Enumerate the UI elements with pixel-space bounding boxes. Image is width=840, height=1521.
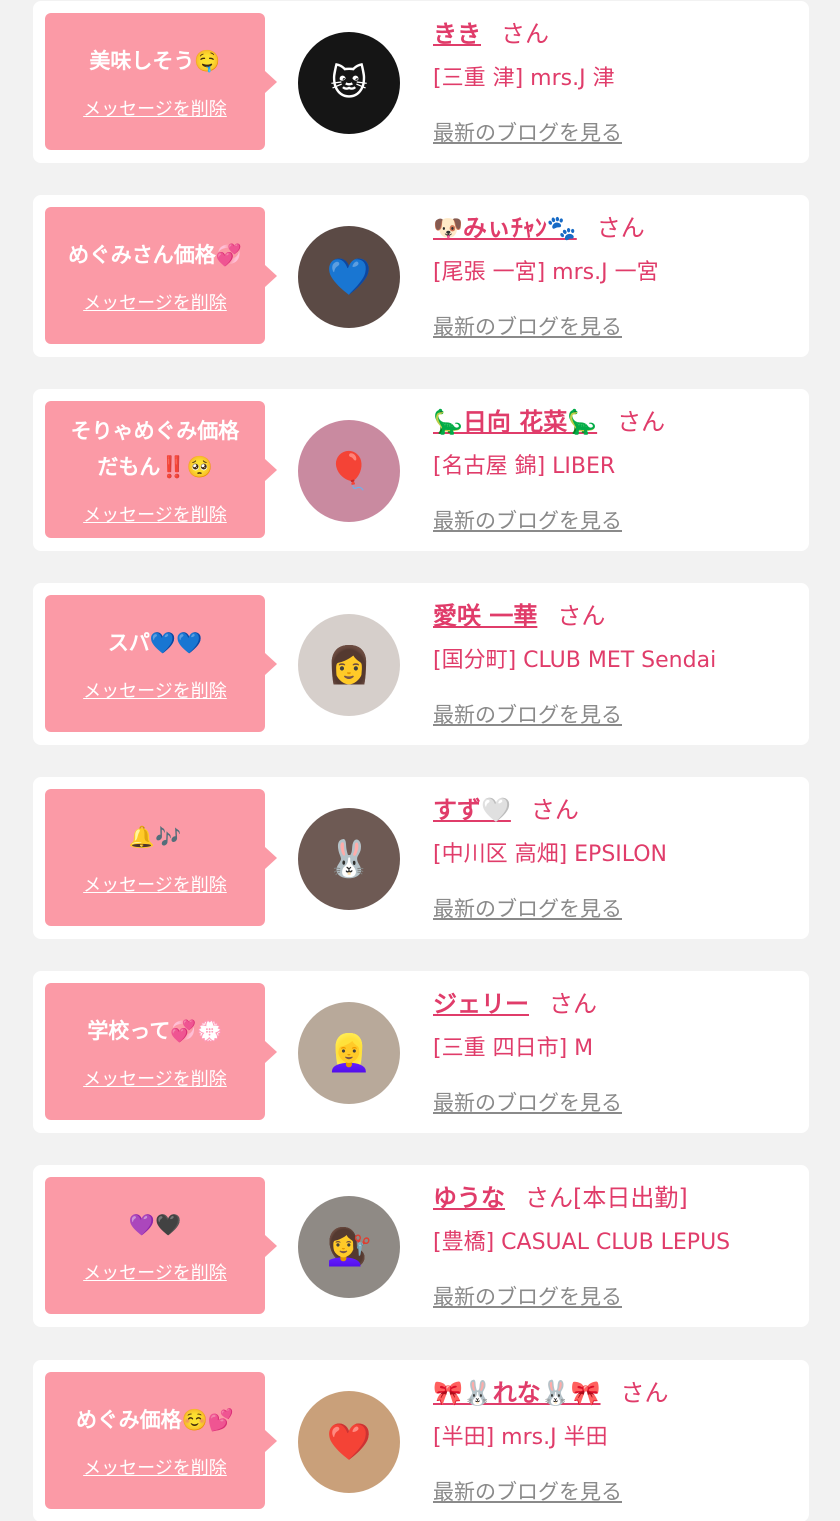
message-text: 🔔🎶: [128, 824, 182, 849]
ball-pit-avatar[interactable]: 🎈: [298, 420, 400, 522]
sender-name-link[interactable]: きき: [433, 20, 481, 48]
avatar-glyph: ❤️: [326, 1422, 372, 1463]
sender-name-link[interactable]: ジェリー: [433, 990, 529, 1018]
message-card: 学校って💞💮 メッセージを削除 👱‍♀️ ジェリー さん [三重 四日市] M 最…: [33, 971, 809, 1133]
message-text: スパ💙💙: [107, 630, 203, 655]
latest-blog-link[interactable]: 最新のブログを見る: [433, 312, 622, 342]
latest-blog-link[interactable]: 最新のブログを見る: [433, 700, 622, 730]
message-text: そりゃめぐみ価格 だもん‼️🥺: [70, 418, 240, 479]
message-bubble: 美味しそう🤤 メッセージを削除: [45, 13, 277, 150]
message-card: 美味しそう🤤 メッセージを削除 🐱 きき さん [三重 津] mrs.J 津 最新…: [33, 1, 809, 163]
honorific-suffix: さん[本日出勤]: [525, 1184, 688, 1212]
name-line: 🦕日向 花菜🦕 さん: [433, 403, 665, 441]
message-bubble: めぐみさん価格💞 メッセージを削除: [45, 207, 277, 344]
sender-name-link[interactable]: 🦕日向 花菜🦕: [433, 408, 597, 436]
blonde-hair-back-avatar[interactable]: 💇‍♀️: [298, 1196, 400, 1298]
delete-message-link[interactable]: メッセージを削除: [83, 1065, 227, 1091]
sender-name-link[interactable]: 🎀🐰れな🐰🎀: [433, 1379, 601, 1407]
avatar-glyph: 🐱: [330, 62, 368, 104]
name-line: 🎀🐰れな🐰🎀 さん: [433, 1374, 669, 1412]
latest-blog-link[interactable]: 最新のブログを見る: [433, 1282, 622, 1312]
honorific-suffix: さん: [501, 20, 549, 48]
avatar-glyph: 💙: [326, 257, 372, 298]
latest-blog-link[interactable]: 最新のブログを見る: [433, 894, 622, 924]
delete-message-link[interactable]: メッセージを削除: [83, 1259, 227, 1285]
honorific-suffix: さん: [620, 1379, 669, 1407]
shop-info: [半田] mrs.J 半田: [433, 1425, 608, 1450]
name-line: 🐶みぃﾁｬﾝ🐾 さん: [433, 209, 659, 247]
sender-info: すず🤍 さん [中川区 高畑] EPSILON 最新のブログを見る: [433, 791, 667, 924]
avatar-glyph: 🎈: [326, 451, 372, 492]
delete-message-link[interactable]: メッセージを削除: [83, 501, 227, 527]
honorific-suffix: さん: [530, 796, 579, 824]
delete-message-link[interactable]: メッセージを削除: [83, 95, 227, 121]
sender-name-link[interactable]: すず🤍: [433, 796, 511, 824]
message-bubble: 🔔🎶 メッセージを削除: [45, 789, 277, 926]
message-card: 💜🖤 メッセージを削除 💇‍♀️ ゆうな さん[本日出勤] [豊橋] CASUAL…: [33, 1165, 809, 1327]
delete-message-link[interactable]: メッセージを削除: [83, 1454, 227, 1480]
sender-info: 🎀🐰れな🐰🎀 さん [半田] mrs.J 半田 最新のブログを見る: [433, 1374, 669, 1507]
honorific-suffix: さん: [596, 214, 645, 242]
shop-info: [国分町] CLUB MET Sendai: [433, 648, 717, 673]
sender-info: 🐶みぃﾁｬﾝ🐾 さん [尾張 一宮] mrs.J 一宮 最新のブログを見る: [433, 209, 659, 342]
message-text: 美味しそう🤤: [89, 48, 221, 73]
sender-info: きき さん [三重 津] mrs.J 津 最新のブログを見る: [433, 15, 622, 148]
name-line: 愛咲 一華 さん: [433, 597, 716, 635]
sender-info: ゆうな さん[本日出勤] [豊橋] CASUAL CLUB LEPUS 最新のブロ…: [433, 1179, 730, 1312]
bunny-ears-woman-avatar[interactable]: 🐰: [298, 808, 400, 910]
red-heart-woman-avatar[interactable]: ❤️: [298, 1391, 400, 1493]
honorific-suffix: さん: [617, 408, 666, 436]
message-text: めぐみ価格☺️💕: [76, 1407, 234, 1432]
avatar-glyph: 👩: [326, 645, 372, 686]
message-card: そりゃめぐみ価格 だもん‼️🥺 メッセージを削除 🎈 🦕日向 花菜🦕 さん [名古…: [33, 389, 809, 551]
latest-blog-link[interactable]: 最新のブログを見る: [433, 1477, 622, 1507]
shop-info: [三重 津] mrs.J 津: [433, 66, 615, 91]
message-text: 学校って💞💮: [87, 1018, 223, 1043]
sender-name-link[interactable]: 🐶みぃﾁｬﾝ🐾: [433, 214, 577, 242]
sender-name-link[interactable]: 愛咲 一華: [433, 602, 537, 630]
shop-info: [名古屋 錦] LIBER: [433, 454, 616, 479]
name-line: すず🤍 さん: [433, 791, 667, 829]
name-line: きき さん: [433, 15, 622, 53]
message-card: スパ💙💙 メッセージを削除 👩 愛咲 一華 さん [国分町] CLUB MET S…: [33, 583, 809, 745]
honorific-suffix: さん: [557, 602, 606, 630]
avatar-glyph: 🐰: [326, 839, 372, 880]
sender-info: ジェリー さん [三重 四日市] M 最新のブログを見る: [433, 985, 622, 1118]
message-bubble: そりゃめぐみ価格 だもん‼️🥺 メッセージを削除: [45, 401, 277, 538]
latest-blog-link[interactable]: 最新のブログを見る: [433, 506, 622, 536]
woman-heart-sticker-avatar[interactable]: 💙: [298, 226, 400, 328]
shop-info: [中川区 高畑] EPSILON: [433, 842, 668, 867]
message-bubble: 学校って💞💮 メッセージを削除: [45, 983, 277, 1120]
delete-message-link[interactable]: メッセージを削除: [83, 677, 227, 703]
latest-blog-link[interactable]: 最新のブログを見る: [433, 1088, 622, 1118]
message-list: 美味しそう🤤 メッセージを削除 🐱 きき さん [三重 津] mrs.J 津 最新…: [0, 0, 840, 1521]
honorific-suffix: さん: [549, 990, 597, 1018]
woman-portrait-avatar[interactable]: 👩: [298, 614, 400, 716]
message-text: 💜🖤: [128, 1212, 182, 1237]
avatar-glyph: 👱‍♀️: [326, 1033, 372, 1074]
delete-message-link[interactable]: メッセージを削除: [83, 289, 227, 315]
delete-message-link[interactable]: メッセージを削除: [83, 871, 227, 897]
black-cat-avatar[interactable]: 🐱: [298, 32, 400, 134]
shop-info: [尾張 一宮] mrs.J 一宮: [433, 260, 659, 285]
message-bubble: めぐみ価格☺️💕 メッセージを削除: [45, 1372, 277, 1509]
message-card: めぐみ価格☺️💕 メッセージを削除 ❤️ 🎀🐰れな🐰🎀 さん [半田] mrs.J…: [33, 1360, 809, 1521]
message-card: 🔔🎶 メッセージを削除 🐰 すず🤍 さん [中川区 高畑] EPSILON 最新の…: [33, 777, 809, 939]
blonde-woman-avatar[interactable]: 👱‍♀️: [298, 1002, 400, 1104]
shop-info: [豊橋] CASUAL CLUB LEPUS: [433, 1230, 731, 1255]
sender-info: 愛咲 一華 さん [国分町] CLUB MET Sendai 最新のブログを見る: [433, 597, 716, 730]
sender-info: 🦕日向 花菜🦕 さん [名古屋 錦] LIBER 最新のブログを見る: [433, 403, 665, 536]
message-text: めぐみさん価格💞: [68, 242, 242, 267]
avatar-glyph: 💇‍♀️: [326, 1227, 372, 1268]
name-line: ゆうな さん[本日出勤]: [433, 1179, 730, 1217]
latest-blog-link[interactable]: 最新のブログを見る: [433, 118, 622, 148]
sender-name-link[interactable]: ゆうな: [433, 1184, 505, 1212]
name-line: ジェリー さん: [433, 985, 622, 1023]
message-bubble: スパ💙💙 メッセージを削除: [45, 595, 277, 732]
message-bubble: 💜🖤 メッセージを削除: [45, 1177, 277, 1314]
message-card: めぐみさん価格💞 メッセージを削除 💙 🐶みぃﾁｬﾝ🐾 さん [尾張 一宮] mr…: [33, 195, 809, 357]
shop-info: [三重 四日市] M: [433, 1036, 594, 1061]
